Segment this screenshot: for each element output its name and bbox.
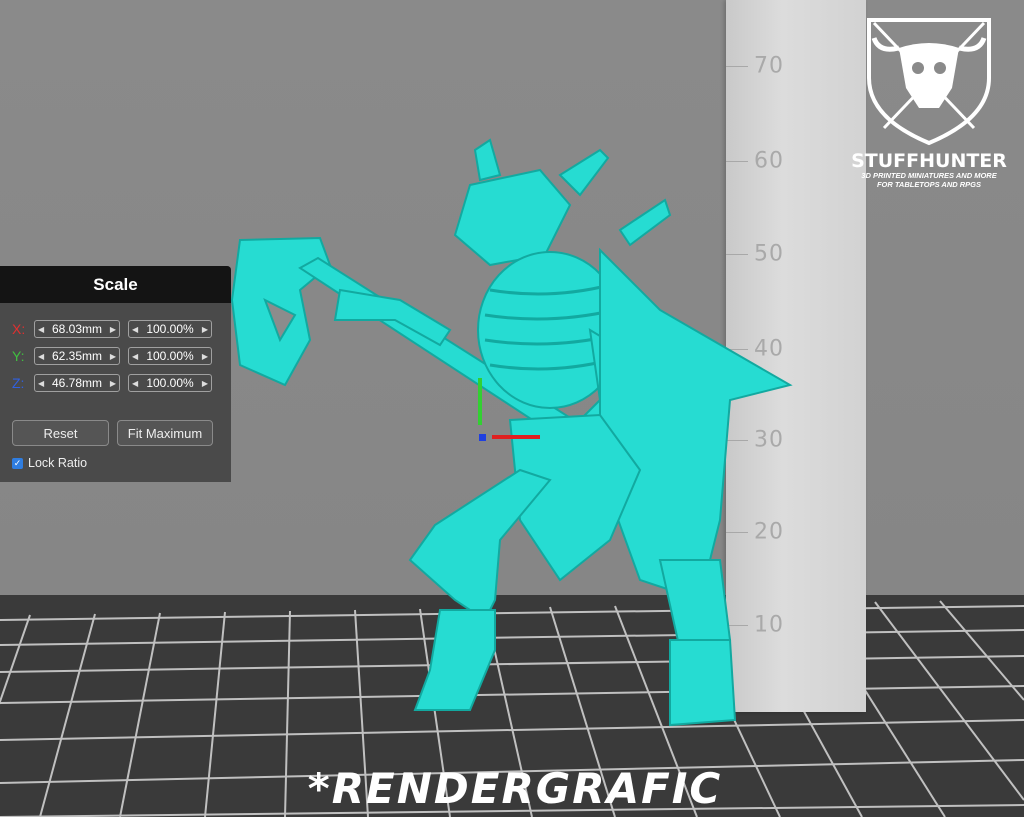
- axis-label-z: Z:: [12, 375, 25, 391]
- decrement-arrow-icon[interactable]: ◀: [132, 352, 138, 361]
- decrement-arrow-icon[interactable]: ◀: [132, 325, 138, 334]
- decrement-arrow-icon[interactable]: ◀: [132, 379, 138, 388]
- gizmo-z-axis: [479, 434, 486, 441]
- x-percent-input[interactable]: ◀ 100.00% ▶: [128, 320, 212, 338]
- 3d-viewport[interactable]: 70 60 50 40 30 20 10 STUFFHUNTER 3D PRIN…: [0, 0, 1024, 817]
- checkmark-icon[interactable]: ✓: [12, 457, 23, 469]
- watermark-text: *RENDERGRAFIC: [307, 764, 723, 813]
- z-size-input[interactable]: ◀ 46.78mm ▶: [34, 374, 120, 392]
- bull-skull-shield-icon: [867, 18, 991, 146]
- increment-arrow-icon[interactable]: ▶: [110, 325, 116, 334]
- scale-row-z: Z: ◀ 46.78mm ▶ ◀ 100.00% ▶: [12, 373, 212, 393]
- x-size-input[interactable]: ◀ 68.03mm ▶: [34, 320, 120, 338]
- decrement-arrow-icon[interactable]: ◀: [38, 325, 44, 334]
- decrement-arrow-icon[interactable]: ◀: [38, 352, 44, 361]
- lock-ratio-checkbox[interactable]: ✓ Lock Ratio: [12, 456, 87, 470]
- decrement-arrow-icon[interactable]: ◀: [38, 379, 44, 388]
- y-size-input[interactable]: ◀ 62.35mm ▶: [34, 347, 120, 365]
- increment-arrow-icon[interactable]: ▶: [110, 352, 116, 361]
- logo-subtitle: 3D PRINTED MINIATURES AND MORE: [861, 171, 997, 180]
- stuffhunter-logo: STUFFHUNTER 3D PRINTED MINIATURES AND MO…: [844, 8, 1014, 198]
- scale-panel: Scale X: ◀ 68.03mm ▶ ◀ 100.00% ▶ Y: ◀ 62…: [0, 266, 231, 482]
- increment-arrow-icon[interactable]: ▶: [202, 325, 208, 334]
- increment-arrow-icon[interactable]: ▶: [202, 379, 208, 388]
- increment-arrow-icon[interactable]: ▶: [202, 352, 208, 361]
- y-percent-input[interactable]: ◀ 100.00% ▶: [128, 347, 212, 365]
- scale-row-x: X: ◀ 68.03mm ▶ ◀ 100.00% ▶: [12, 319, 212, 339]
- logo-title: STUFFHUNTER: [851, 150, 1007, 172]
- fit-maximum-button[interactable]: Fit Maximum: [117, 420, 213, 446]
- increment-arrow-icon[interactable]: ▶: [110, 379, 116, 388]
- axis-label-x: X:: [12, 321, 26, 337]
- z-percent-input[interactable]: ◀ 100.00% ▶: [128, 374, 212, 392]
- scale-panel-title: Scale: [0, 266, 231, 303]
- logo-subtitle: FOR TABLETOPS AND RPGS: [876, 180, 982, 189]
- reset-button[interactable]: Reset: [12, 420, 109, 446]
- axis-label-y: Y:: [12, 348, 25, 364]
- scale-row-y: Y: ◀ 62.35mm ▶ ◀ 100.00% ▶: [12, 346, 212, 366]
- lock-ratio-label: Lock Ratio: [28, 456, 88, 470]
